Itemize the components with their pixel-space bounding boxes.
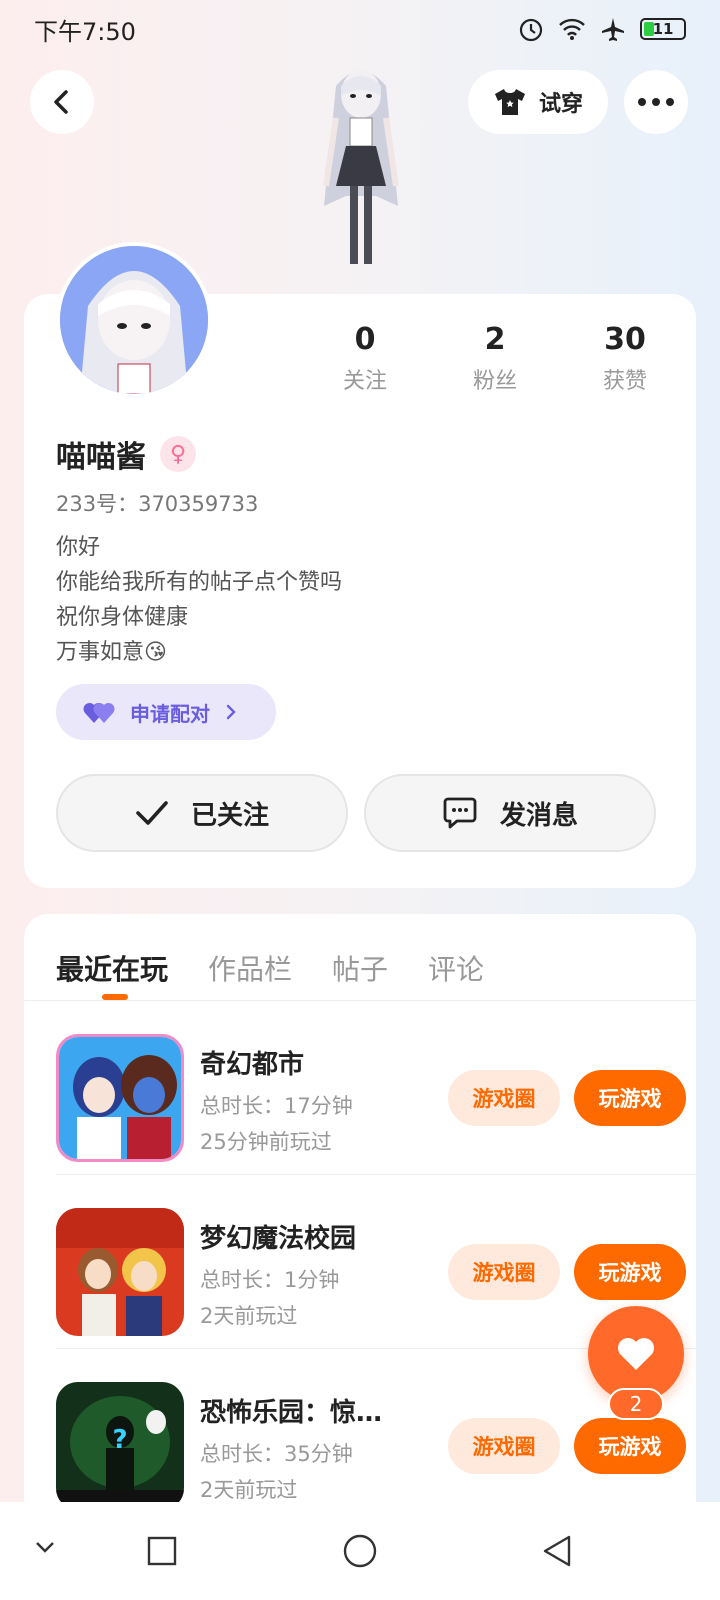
svg-text:?: ? [112, 1425, 127, 1455]
check-icon [136, 801, 168, 825]
bio-line: 祝你身体健康 [56, 605, 189, 630]
play-game-button[interactable]: 玩游戏 [574, 1244, 686, 1300]
tab-posts[interactable]: 帖子 [332, 948, 388, 988]
alarm-icon [519, 18, 543, 42]
game-name: 奇幻都市 [200, 1050, 305, 1080]
back-arrow-icon [54, 90, 68, 114]
content-card: 最近在玩 作品栏 帖子 评论 奇幻都市 总时长：17分钟 25分钟前玩过 游戏圈… [24, 914, 696, 1514]
stat-label: 关注 [342, 369, 387, 394]
nav-back-triangle-icon[interactable] [542, 1534, 572, 1568]
stat-value: 0 [354, 322, 376, 357]
system-nav-bar [0, 1502, 720, 1600]
stat-followers[interactable]: 2 粉丝 [430, 322, 560, 395]
message-label: 发消息 [499, 800, 578, 831]
stat-label: 粉丝 [472, 369, 517, 394]
bio-line: 你能给我所有的帖子点个赞吗 [56, 570, 343, 595]
game-icon[interactable] [56, 1208, 184, 1336]
tryon-label: 试穿 [538, 92, 583, 117]
tab-comments[interactable]: 评论 [428, 948, 484, 988]
heart-pair-icon [83, 702, 115, 723]
bio-line: 万事如意😘 [56, 640, 167, 665]
game-icon[interactable] [56, 1034, 184, 1162]
game-circle-button[interactable]: 游戏圈 [448, 1070, 560, 1126]
nav-square-icon[interactable] [147, 1536, 177, 1566]
game-duration: 总时长：17分钟 [200, 1094, 353, 1118]
female-icon: ♀ [160, 436, 196, 472]
game-circle-button[interactable]: 游戏圈 [448, 1244, 560, 1300]
wifi-icon [559, 18, 585, 40]
chevron-right-icon [226, 704, 236, 720]
avatar-image [60, 246, 208, 394]
pair-request-label: 申请配对 [130, 701, 210, 726]
game-last-played: 25分钟前玩过 [200, 1130, 332, 1154]
game-last-played: 2天前玩过 [200, 1304, 298, 1328]
tshirt-icon [494, 89, 525, 115]
username: 喵喵酱 ♀ [56, 432, 196, 476]
stat-following[interactable]: 0 关注 [300, 322, 430, 395]
game-meta: 总时长：35分钟 2天前玩过 [200, 1436, 353, 1508]
user-id: 233号：370359733 [56, 492, 259, 516]
status-time: 下午7:50 [34, 17, 136, 46]
game-icon[interactable]: ? [56, 1382, 184, 1510]
message-button[interactable]: 发消息 [364, 774, 656, 852]
battery-icon: 11 [640, 18, 686, 40]
game-circle-button[interactable]: 游戏圈 [448, 1418, 560, 1474]
stat-likes[interactable]: 30 获赞 [560, 322, 690, 395]
tryon-button[interactable]: 试穿 [468, 70, 608, 134]
stat-value: 30 [604, 322, 646, 357]
game-duration: 总时长：1分钟 [200, 1268, 340, 1292]
stat-label: 获赞 [602, 369, 647, 394]
stat-value: 2 [484, 322, 506, 357]
profile-stats: 0 关注 2 粉丝 30 获赞 [300, 322, 690, 395]
more-dots-icon [638, 98, 674, 106]
play-game-button[interactable]: 玩游戏 [574, 1070, 686, 1126]
bio: 你好 你能给我所有的帖子点个赞吗 祝你身体健康 万事如意😘 [56, 530, 342, 670]
username-text: 喵喵酱 [56, 440, 146, 475]
follow-button[interactable]: 已关注 [56, 774, 348, 852]
pair-request-button[interactable]: 申请配对 [56, 684, 276, 740]
heart-icon [618, 1338, 654, 1370]
avatar[interactable] [56, 242, 212, 398]
nav-circle-icon[interactable] [343, 1534, 377, 1568]
game-name: 梦幻魔法校园 [200, 1224, 357, 1254]
tab-works[interactable]: 作品栏 [208, 948, 292, 988]
play-game-button[interactable]: 玩游戏 [574, 1418, 686, 1474]
game-row[interactable]: 奇幻都市 总时长：17分钟 25分钟前玩过 游戏圈 玩游戏 [56, 1000, 696, 1176]
bio-line: 你好 [56, 535, 101, 560]
status-bar: 下午7:50 11 [0, 0, 720, 58]
game-meta: 总时长：17分钟 25分钟前玩过 [200, 1088, 353, 1160]
chat-bubble-icon [443, 797, 477, 829]
nav-down-icon[interactable] [34, 1540, 56, 1554]
game-duration: 总时长：35分钟 [200, 1442, 353, 1466]
follow-label: 已关注 [190, 800, 269, 831]
character-figure[interactable] [306, 56, 416, 296]
game-name: 恐怖乐园：惊… [200, 1398, 383, 1428]
more-button[interactable] [624, 70, 688, 134]
back-button[interactable] [30, 70, 94, 134]
airplane-icon [602, 18, 624, 41]
game-meta: 总时长：1分钟 2天前玩过 [200, 1262, 339, 1334]
status-icons: 11 [518, 16, 686, 42]
like-count-badge: 2 [608, 1388, 664, 1420]
tab-recent-play[interactable]: 最近在玩 [56, 948, 168, 988]
tab-bar: 最近在玩 作品栏 帖子 评论 [56, 948, 484, 988]
